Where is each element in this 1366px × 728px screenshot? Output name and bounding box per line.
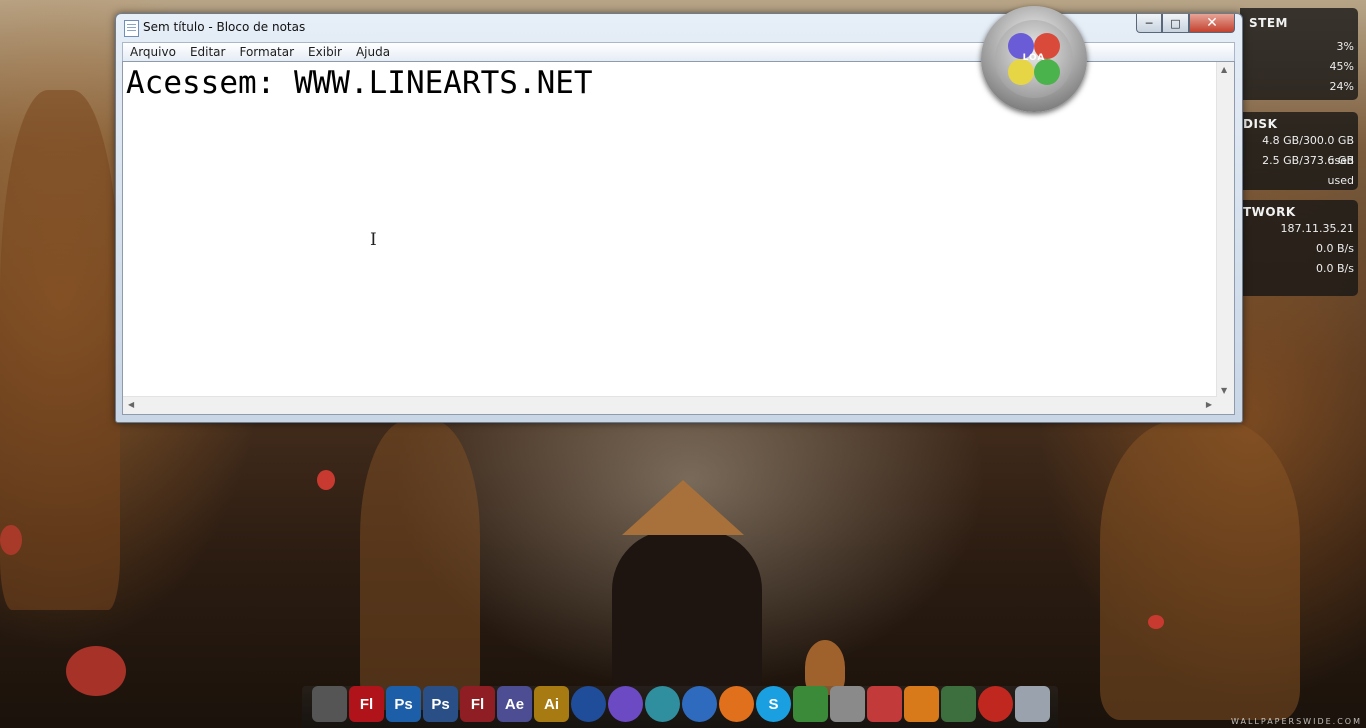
resize-grip[interactable] bbox=[1217, 397, 1234, 414]
straw-hat bbox=[622, 480, 744, 535]
upload-rate: 0.0 B/s bbox=[1316, 242, 1354, 255]
window-title: Sem título - Bloco de notas bbox=[143, 20, 306, 34]
disk-usage-row: 4.8 GB/300.0 GB used bbox=[1262, 134, 1354, 167]
network-gadget-title: TWORK bbox=[1243, 205, 1296, 219]
petal bbox=[66, 646, 126, 696]
excel-icon[interactable] bbox=[941, 686, 976, 722]
memory-usage: 45% bbox=[1329, 60, 1354, 73]
vertical-scrollbar[interactable]: ▲ ▼ bbox=[1216, 62, 1234, 398]
horizontal-scrollbar[interactable]: ◀ ▶ bbox=[123, 396, 1217, 414]
watermark: WALLPAPERSWIDE.COM bbox=[1231, 717, 1362, 726]
badge-inner: LOA bbox=[995, 20, 1073, 98]
flash-icon[interactable]: Fl bbox=[349, 686, 384, 722]
menu-ajuda[interactable]: Ajuda bbox=[349, 43, 397, 61]
close-icon: ✕ bbox=[1206, 15, 1218, 31]
scroll-right-icon[interactable]: ▶ bbox=[1206, 400, 1212, 409]
scroll-left-icon[interactable]: ◀ bbox=[128, 400, 134, 409]
ip-address: 187.11.35.21 bbox=[1280, 222, 1354, 235]
network-gadget: TWORK 187.11.35.21 0.0 B/s 0.0 B/s bbox=[1240, 200, 1358, 296]
system-gadget: STEM 3% 45% 24% bbox=[1240, 8, 1358, 100]
download-rate: 0.0 B/s bbox=[1316, 262, 1354, 275]
text-cursor-icon: I bbox=[370, 230, 377, 250]
disk-usage-row: 2.5 GB/373.6 GB used bbox=[1262, 154, 1354, 187]
menu-formatar[interactable]: Formatar bbox=[232, 43, 301, 61]
gimp-icon[interactable] bbox=[312, 686, 347, 722]
film-reel-icon[interactable] bbox=[682, 686, 717, 722]
badge-letters: LOA bbox=[1022, 53, 1046, 63]
trash-icon[interactable] bbox=[1015, 686, 1050, 722]
scroll-up-icon[interactable]: ▲ bbox=[1221, 65, 1227, 74]
cliff-right bbox=[1100, 420, 1300, 720]
text-editor[interactable]: Acessem: WWW.LINEARTS.NET ▲ ▼ ◀ ▶ bbox=[122, 61, 1235, 415]
maximize-icon: □ bbox=[1170, 16, 1181, 30]
maximize-button[interactable]: □ bbox=[1162, 14, 1189, 33]
delete-icon[interactable] bbox=[867, 686, 902, 722]
minimize-button[interactable]: ─ bbox=[1136, 14, 1162, 33]
notepad-icon[interactable] bbox=[124, 20, 139, 37]
skype-icon[interactable]: S bbox=[756, 686, 791, 722]
after-effects-icon[interactable]: Ae bbox=[497, 686, 532, 722]
illustrator-icon[interactable]: Ai bbox=[534, 686, 569, 722]
cpu-usage: 3% bbox=[1336, 40, 1354, 53]
minimize-icon: ─ bbox=[1145, 16, 1153, 30]
page-usage: 24% bbox=[1329, 80, 1354, 93]
monk-figure bbox=[612, 530, 762, 690]
orb-icon[interactable] bbox=[608, 686, 643, 722]
petal bbox=[1148, 615, 1164, 629]
menu-editar[interactable]: Editar bbox=[183, 43, 233, 61]
fire-icon[interactable] bbox=[904, 686, 939, 722]
close-button[interactable]: ✕ bbox=[1189, 14, 1235, 33]
globe-icon[interactable] bbox=[571, 686, 606, 722]
dock-icons: Fl Ps Ps Fl Ae Ai S bbox=[312, 686, 1050, 722]
camera-icon[interactable] bbox=[830, 686, 865, 722]
editor-content[interactable]: Acessem: WWW.LINEARTS.NET bbox=[126, 65, 593, 101]
flash-alt-icon[interactable]: Fl bbox=[460, 686, 495, 722]
disk-gadget: DISK 4.8 GB/300.0 GB used 2.5 GB/373.6 G… bbox=[1240, 112, 1358, 190]
logo-badge[interactable]: LOA bbox=[981, 6, 1087, 112]
photoshop-icon[interactable]: Ps bbox=[386, 686, 421, 722]
cliff-center-left bbox=[360, 420, 480, 710]
petal bbox=[0, 525, 22, 555]
petal bbox=[317, 470, 335, 490]
scroll-down-icon[interactable]: ▼ bbox=[1221, 386, 1227, 395]
photoshop-alt-icon[interactable]: Ps bbox=[423, 686, 458, 722]
magnet-icon[interactable] bbox=[978, 686, 1013, 722]
menu-exibir[interactable]: Exibir bbox=[301, 43, 349, 61]
cube-icon[interactable] bbox=[793, 686, 828, 722]
menu-arquivo[interactable]: Arquivo bbox=[123, 43, 183, 61]
firefox-icon[interactable] bbox=[719, 686, 754, 722]
sphere-icon[interactable] bbox=[645, 686, 680, 722]
disk-gadget-title: DISK bbox=[1243, 117, 1278, 131]
system-gadget-title: STEM bbox=[1249, 16, 1288, 30]
